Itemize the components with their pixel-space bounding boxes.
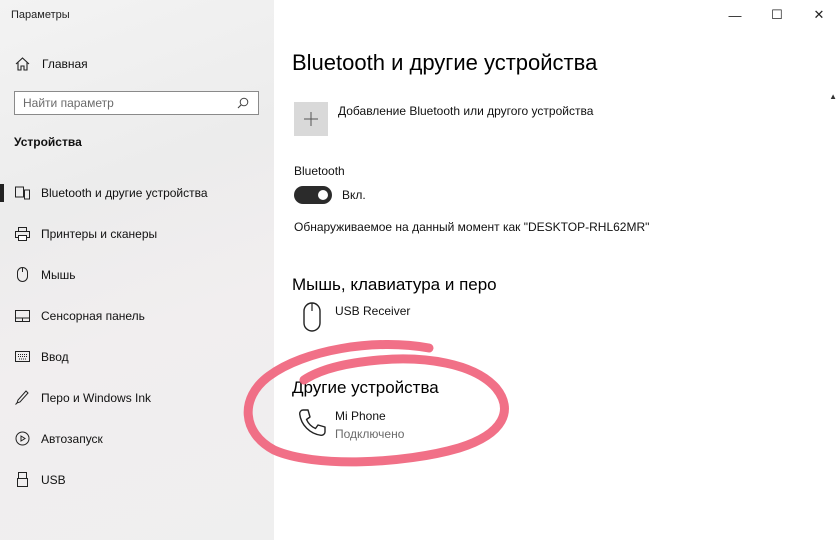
toggle-state-label: Вкл.: [342, 188, 366, 202]
keyboard-icon: [14, 349, 30, 365]
plus-icon: [294, 102, 328, 136]
sidebar-item-pen[interactable]: Перо и Windows Ink: [0, 377, 274, 418]
sidebar-item-bluetooth[interactable]: Bluetooth и другие устройства: [0, 172, 274, 213]
search-input[interactable]: Найти параметр: [14, 91, 259, 115]
sidebar-item-label: Принтеры и сканеры: [41, 226, 158, 241]
add-device-button[interactable]: Добавление Bluetooth или другого устройс…: [294, 102, 593, 136]
search-icon[interactable]: [236, 96, 250, 110]
section-title: Устройства: [14, 135, 82, 149]
device-status: Подключено: [335, 427, 405, 441]
device-name: Mi Phone: [335, 409, 386, 423]
device-usb-receiver[interactable]: USB Receiver: [296, 302, 410, 336]
sidebar-item-label: Автозапуск: [41, 431, 103, 446]
bluetooth-toggle[interactable]: [294, 186, 332, 204]
mouse-section-title: Мышь, клавиатура и перо: [292, 275, 497, 294]
add-device-label: Добавление Bluetooth или другого устройс…: [338, 104, 594, 118]
bluetooth-label: Bluetooth: [294, 164, 345, 178]
bluetooth-toggle-row: Вкл.: [294, 186, 366, 204]
printer-icon: [14, 226, 30, 242]
sidebar-item-input[interactable]: Ввод: [0, 336, 274, 377]
other-section-title: Другие устройства: [292, 378, 439, 397]
home-label: Главная: [42, 57, 88, 71]
sidebar-item-label: Ввод: [41, 349, 69, 364]
search-placeholder: Найти параметр: [23, 96, 114, 110]
nav-list: Bluetooth и другие устройства Принтеры и…: [0, 172, 274, 500]
scroll-up-icon[interactable]: ▲: [829, 92, 837, 101]
mouse-icon: [296, 302, 328, 336]
sidebar-item-autoplay[interactable]: Автозапуск: [0, 418, 274, 459]
phone-icon: [296, 407, 328, 441]
sidebar-item-mouse[interactable]: Мышь: [0, 254, 274, 295]
page-title: Bluetooth и другие устройства: [292, 50, 598, 75]
sidebar-item-touchpad[interactable]: Сенсорная панель: [0, 295, 274, 336]
discoverable-text: Обнаруживаемое на данный момент как "DES…: [294, 220, 650, 234]
device-name: USB Receiver: [335, 304, 411, 318]
sidebar: Параметры Главная Найти параметр Устройс…: [0, 0, 274, 540]
main-content: Bluetooth и другие устройства ▲ Добавлен…: [274, 0, 840, 540]
touchpad-icon: [14, 308, 30, 324]
app-title: Параметры: [11, 9, 70, 21]
mouse-icon: [14, 267, 30, 283]
home-nav-item[interactable]: Главная: [14, 54, 88, 74]
home-icon: [14, 56, 30, 72]
device-mi-phone[interactable]: Mi Phone Подключено: [296, 407, 404, 441]
sidebar-item-label: USB: [41, 472, 66, 487]
toggle-knob: [318, 190, 328, 200]
sidebar-item-label: Bluetooth и другие устройства: [41, 185, 208, 200]
autoplay-icon: [14, 431, 30, 447]
bluetooth-devices-icon: [14, 185, 30, 201]
sidebar-item-printers[interactable]: Принтеры и сканеры: [0, 213, 274, 254]
usb-icon: [14, 472, 30, 488]
sidebar-item-usb[interactable]: USB: [0, 459, 274, 500]
sidebar-item-label: Перо и Windows Ink: [41, 390, 152, 405]
pen-icon: [14, 390, 30, 406]
sidebar-item-label: Сенсорная панель: [41, 308, 145, 323]
sidebar-item-label: Мышь: [41, 267, 76, 282]
